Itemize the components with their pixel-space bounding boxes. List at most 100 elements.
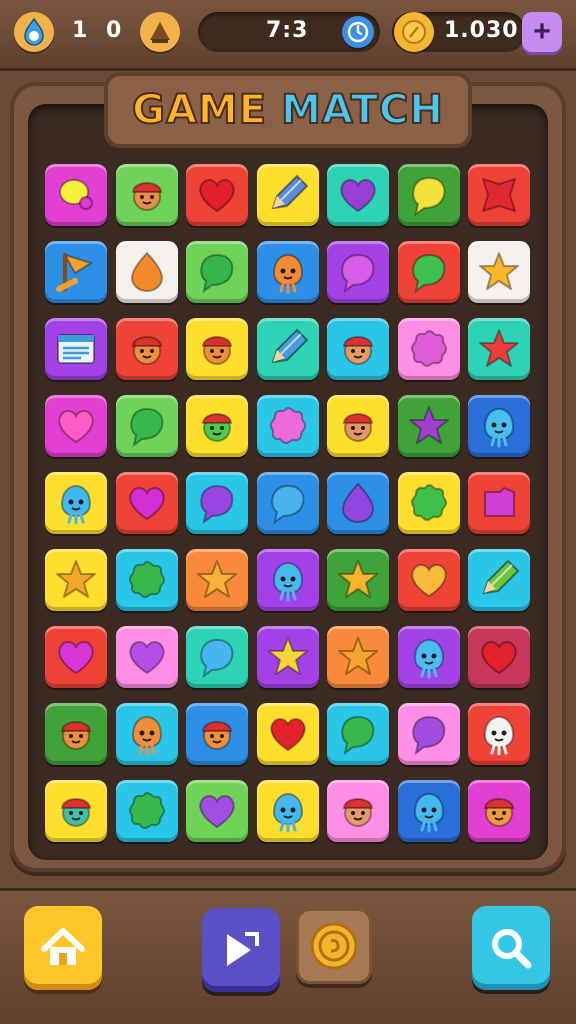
- splat-icon: [128, 560, 165, 599]
- ghost-icon: [483, 407, 515, 448]
- ghost-icon: [272, 792, 303, 833]
- tile-star[interactable]: [397, 395, 460, 457]
- ghost-icon: [272, 253, 303, 294]
- drop-icon: [341, 482, 375, 523]
- bonus-button[interactable]: [296, 908, 372, 984]
- tile-face[interactable]: [327, 395, 389, 457]
- heart-icon: [199, 179, 235, 213]
- tile-bubble[interactable]: [397, 164, 460, 226]
- star-icon: [479, 252, 519, 290]
- face-icon: [201, 336, 233, 365]
- home-button[interactable]: [24, 906, 102, 990]
- face-icon: [342, 336, 374, 365]
- tile-heart[interactable]: [45, 626, 107, 688]
- search-icon: [492, 929, 532, 969]
- tile-star[interactable]: [327, 626, 389, 688]
- tile-heart[interactable]: [45, 395, 107, 457]
- tile-doc[interactable]: [45, 318, 107, 380]
- tile-face[interactable]: [186, 318, 248, 380]
- flag-icon: [56, 253, 94, 292]
- tile-square[interactable]: [468, 472, 530, 534]
- tile-heart[interactable]: [186, 780, 248, 842]
- heart-icon: [269, 718, 306, 752]
- tile-ghost[interactable]: [397, 626, 460, 688]
- face-icon: [60, 721, 92, 750]
- tile-splat[interactable]: [115, 780, 178, 842]
- tile-splat[interactable]: [397, 472, 460, 534]
- tile-blob[interactable]: [45, 164, 107, 226]
- tile-ghost[interactable]: [256, 241, 319, 303]
- tile-face[interactable]: [115, 164, 178, 226]
- tile-bubble[interactable]: [186, 241, 248, 303]
- bubble-icon: [200, 638, 234, 679]
- tile-bubble[interactable]: [256, 472, 319, 534]
- search-button[interactable]: [472, 906, 550, 990]
- tile-face[interactable]: [327, 318, 389, 380]
- tile-face[interactable]: [186, 703, 248, 765]
- star4-icon: [482, 178, 516, 212]
- tile-heart[interactable]: [115, 626, 178, 688]
- tile-heart[interactable]: [256, 703, 319, 765]
- tile-splat[interactable]: [115, 549, 178, 611]
- tile-drop[interactable]: [115, 241, 178, 303]
- bubble-icon: [341, 715, 375, 756]
- tile-ghost[interactable]: [115, 703, 178, 765]
- tile-heart[interactable]: [397, 549, 460, 611]
- splat-icon: [128, 791, 165, 830]
- tile-heart[interactable]: [186, 164, 248, 226]
- clock-icon[interactable]: [342, 16, 374, 48]
- tile-ghost[interactable]: [256, 780, 319, 842]
- tile-bubble[interactable]: [186, 472, 248, 534]
- tile-star[interactable]: [186, 549, 248, 611]
- tile-ghost[interactable]: [468, 395, 530, 457]
- face-icon: [201, 721, 233, 750]
- tile-bubble[interactable]: [115, 395, 178, 457]
- tile-face[interactable]: [45, 780, 107, 842]
- tile-bubble[interactable]: [397, 241, 460, 303]
- tile-bubble[interactable]: [397, 703, 460, 765]
- tile-star[interactable]: [256, 626, 319, 688]
- heart-icon: [58, 641, 94, 675]
- splat-icon: [269, 406, 306, 445]
- plus-icon: +: [533, 15, 551, 48]
- tile-face[interactable]: [468, 780, 530, 842]
- bottom-toolbar: [0, 888, 576, 1024]
- splat-icon: [410, 329, 447, 368]
- play-button[interactable]: [202, 908, 280, 992]
- tile-heart[interactable]: [327, 164, 389, 226]
- tile-pencil[interactable]: [256, 318, 319, 380]
- tile-face[interactable]: [45, 703, 107, 765]
- coins-value: 1.030: [444, 18, 519, 43]
- tile-bubble[interactable]: [186, 626, 248, 688]
- tile-face[interactable]: [186, 395, 248, 457]
- trophy-icon: [140, 12, 180, 52]
- tile-pencil[interactable]: [256, 164, 319, 226]
- tile-ghost[interactable]: [45, 472, 107, 534]
- tile-splat[interactable]: [397, 318, 460, 380]
- tile-flag[interactable]: [45, 241, 107, 303]
- tile-splat[interactable]: [256, 395, 319, 457]
- tile-star[interactable]: [45, 549, 107, 611]
- tile-star4[interactable]: [468, 164, 530, 226]
- tile-face[interactable]: [327, 780, 389, 842]
- tile-star[interactable]: [468, 318, 530, 380]
- bubble-icon: [200, 253, 234, 294]
- star-icon: [56, 560, 96, 598]
- tile-pencil[interactable]: [468, 549, 530, 611]
- heart-icon: [410, 564, 447, 598]
- splat-icon: [410, 483, 447, 522]
- tile-ghost[interactable]: [256, 549, 319, 611]
- add-coins-button[interactable]: +: [522, 12, 562, 52]
- tile-ghost[interactable]: [397, 780, 460, 842]
- tile-drop[interactable]: [327, 472, 389, 534]
- tile-ghost[interactable]: [468, 703, 530, 765]
- tile-star[interactable]: [468, 241, 530, 303]
- face-icon: [60, 798, 92, 827]
- tile-star[interactable]: [327, 549, 389, 611]
- tile-heart[interactable]: [468, 626, 530, 688]
- tile-face[interactable]: [115, 318, 178, 380]
- coin-icon: [310, 922, 358, 970]
- tile-bubble[interactable]: [327, 703, 389, 765]
- tile-heart[interactable]: [115, 472, 178, 534]
- tile-bubble[interactable]: [327, 241, 389, 303]
